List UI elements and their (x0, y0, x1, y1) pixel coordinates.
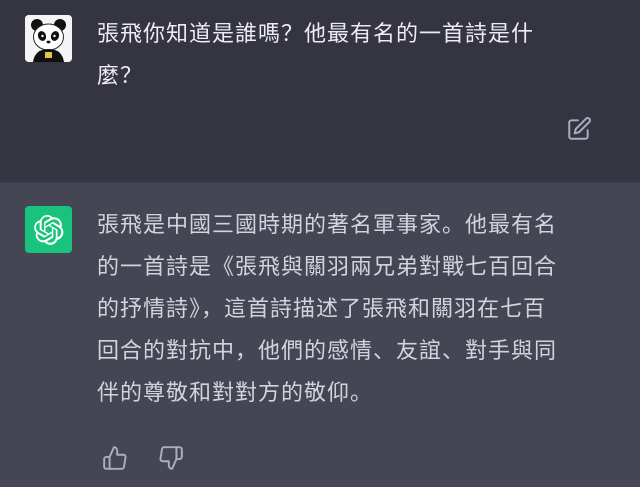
openai-logo-icon (25, 206, 72, 253)
user-message-text: 張飛你知道是誰嗎？他最有名的一首詩是什 麼？ (97, 22, 535, 89)
panda-avatar-icon (25, 15, 72, 62)
assistant-message-block: 張飛是中國三國時期的著名軍事家。他最有名 的一首詩是《張飛與關羽兩兄弟對戰七百回… (0, 182, 640, 487)
user-message-block: 張飛你知道是誰嗎？他最有名的一首詩是什 麼？ (0, 0, 640, 182)
edit-icon[interactable] (566, 116, 592, 142)
thumbs-up-icon[interactable] (102, 445, 128, 471)
assistant-message-text: 張飛是中國三國時期的著名軍事家。他最有名 的一首詩是《張飛與關羽兩兄弟對戰七百回… (97, 213, 558, 406)
thumbs-down-icon[interactable] (158, 445, 184, 471)
